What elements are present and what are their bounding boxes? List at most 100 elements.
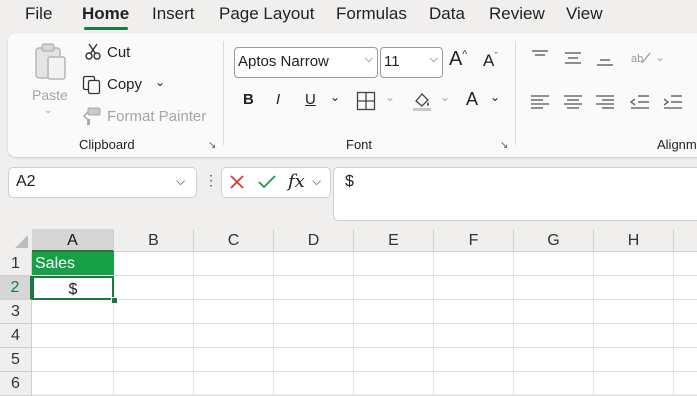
insert-function-button[interactable]: fx	[288, 171, 305, 192]
grid-cell[interactable]	[434, 372, 514, 396]
name-box[interactable]: A2 ⌵	[8, 167, 197, 198]
grid-cell[interactable]	[114, 372, 194, 396]
grid-cell[interactable]	[594, 348, 674, 372]
grid-cell[interactable]	[674, 252, 697, 276]
grid-cell[interactable]	[354, 276, 434, 300]
grid-cell[interactable]	[594, 300, 674, 324]
grid-cell[interactable]	[114, 276, 194, 300]
align-center-icon[interactable]	[563, 94, 583, 115]
row-header-2[interactable]: 2	[0, 276, 32, 300]
orientation-dropdown-chevron-icon[interactable]: ⌄	[655, 50, 665, 64]
grid-cell[interactable]	[32, 348, 114, 372]
grid-cell[interactable]	[434, 276, 514, 300]
column-header-f[interactable]: F	[434, 229, 514, 252]
grid-cell[interactable]	[114, 252, 194, 276]
font-color-dropdown-chevron-icon[interactable]: ⌄	[490, 90, 500, 104]
grid-cell[interactable]	[674, 276, 697, 300]
align-left-icon[interactable]	[530, 94, 550, 115]
align-top-icon[interactable]	[530, 49, 550, 68]
tab-insert[interactable]: Insert	[152, 4, 195, 24]
grid-cell[interactable]	[514, 276, 594, 300]
chevron-down-icon[interactable]: ⌵	[176, 174, 185, 189]
grid-cell[interactable]	[674, 300, 697, 324]
paste-label[interactable]: Paste	[32, 87, 68, 103]
fill-color-dropdown-chevron-icon[interactable]: ⌄	[440, 90, 450, 104]
grid-cell[interactable]	[114, 348, 194, 372]
grid-cell[interactable]	[274, 300, 354, 324]
grid-cell[interactable]	[32, 372, 114, 396]
scissors-icon[interactable]	[84, 43, 102, 66]
grid-cell[interactable]	[434, 300, 514, 324]
increase-indent-icon[interactable]	[663, 94, 683, 115]
grid-cell[interactable]	[514, 252, 594, 276]
increase-font-size-icon[interactable]: A^	[449, 48, 467, 71]
row-header-3[interactable]: 3	[0, 300, 32, 324]
font-launcher-icon[interactable]: ↘	[500, 140, 508, 151]
grid-cell[interactable]	[594, 252, 674, 276]
tab-page-layout[interactable]: Page Layout	[219, 4, 314, 24]
grid-cell[interactable]	[674, 348, 697, 372]
select-all-button[interactable]	[0, 229, 33, 253]
format-painter-button[interactable]: Format Painter	[107, 108, 206, 125]
clipboard-launcher-icon[interactable]: ↘	[208, 140, 216, 151]
more-options-icon[interactable]: ⋮	[204, 172, 218, 189]
grid-cell[interactable]	[194, 252, 274, 276]
grid-cell[interactable]	[32, 324, 114, 348]
grid-cell[interactable]	[194, 372, 274, 396]
column-header-d[interactable]: D	[274, 229, 354, 252]
grid-cell[interactable]	[434, 348, 514, 372]
grid-cell[interactable]	[274, 372, 354, 396]
grid-cell[interactable]	[514, 324, 594, 348]
grid-cell[interactable]	[594, 276, 674, 300]
align-bottom-icon[interactable]	[595, 53, 615, 72]
decrease-font-size-icon[interactable]: Aˇ	[483, 51, 498, 71]
grid-cell[interactable]	[674, 324, 697, 348]
font-size-select[interactable]: 11 ⌵	[380, 47, 443, 78]
grid-cell[interactable]	[274, 348, 354, 372]
borders-icon[interactable]	[356, 91, 376, 116]
column-header-g[interactable]: G	[514, 229, 594, 252]
grid-cell[interactable]	[594, 372, 674, 396]
grid-cell[interactable]	[514, 372, 594, 396]
copy-dropdown-chevron-icon[interactable]: ⌄	[155, 75, 165, 89]
chevron-down-icon[interactable]: ⌵	[312, 174, 321, 189]
tab-data[interactable]: Data	[429, 4, 465, 24]
row-header-5[interactable]: 5	[0, 348, 32, 372]
formula-input[interactable]: $	[333, 167, 697, 221]
row-header-1[interactable]: 1	[0, 252, 32, 276]
format-painter-icon[interactable]	[82, 106, 102, 131]
tab-review[interactable]: Review	[489, 4, 545, 24]
align-middle-icon[interactable]	[563, 51, 583, 70]
grid-cell[interactable]	[354, 300, 434, 324]
fill-color-icon[interactable]	[411, 90, 433, 117]
fill-handle[interactable]	[111, 297, 118, 304]
grid-cell[interactable]	[274, 276, 354, 300]
grid-cell[interactable]	[674, 372, 697, 396]
underline-button[interactable]: U	[305, 91, 316, 108]
tab-formulas[interactable]: Formulas	[336, 4, 407, 24]
grid-cell[interactable]	[194, 348, 274, 372]
column-header-e[interactable]: E	[354, 229, 434, 252]
grid-cell[interactable]	[194, 324, 274, 348]
borders-dropdown-chevron-icon[interactable]: ⌄	[385, 90, 395, 104]
grid-cell[interactable]	[274, 252, 354, 276]
column-header-a[interactable]: A	[32, 229, 114, 252]
cut-button[interactable]: Cut	[107, 44, 130, 61]
copy-icon[interactable]	[82, 75, 102, 100]
column-header-c[interactable]: C	[194, 229, 274, 252]
grid-cell[interactable]	[514, 348, 594, 372]
copy-button[interactable]: Copy	[107, 76, 142, 93]
orientation-icon[interactable]: ab	[630, 49, 652, 72]
font-color-icon[interactable]: A	[466, 89, 478, 110]
grid-cell[interactable]	[434, 252, 514, 276]
grid-cell[interactable]	[514, 300, 594, 324]
bold-button[interactable]: B	[243, 91, 254, 108]
grid-cell[interactable]	[594, 324, 674, 348]
grid-cell[interactable]	[434, 324, 514, 348]
grid-cell[interactable]	[354, 348, 434, 372]
tab-file[interactable]: File	[25, 4, 52, 24]
grid-cell[interactable]	[114, 324, 194, 348]
align-right-icon[interactable]	[595, 94, 615, 115]
column-header-h[interactable]: H	[594, 229, 674, 252]
cell-a1[interactable]: Sales	[32, 252, 114, 276]
